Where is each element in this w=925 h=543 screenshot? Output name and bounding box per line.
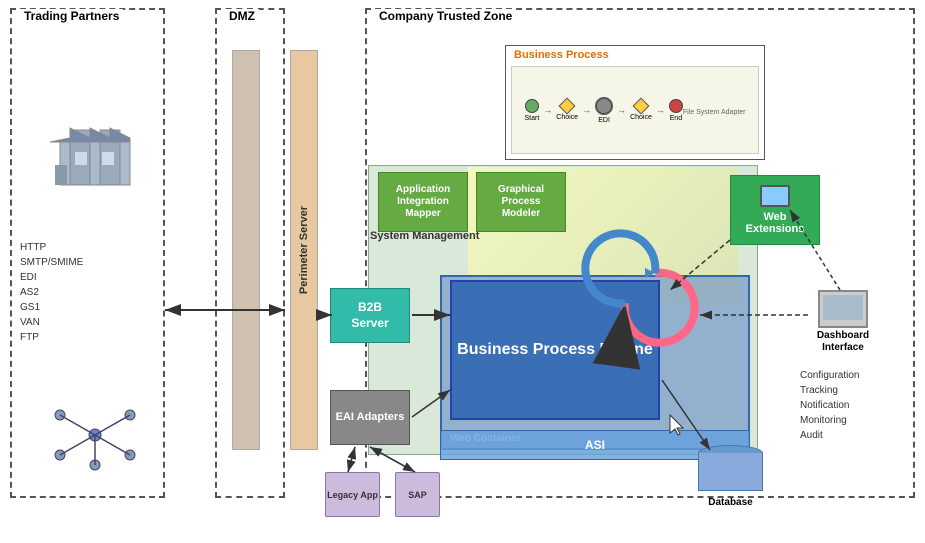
trading-partners-label: Trading Partners	[20, 9, 123, 23]
legacy-app-label: Legacy App	[327, 490, 378, 500]
bp-edi-label: EDI	[598, 117, 610, 124]
bp-label: Business Process	[514, 49, 609, 61]
eai-adapters-box: EAI Adapters	[330, 390, 410, 445]
ftp-label: FTP	[20, 330, 83, 345]
dashboard-label: Dashboard Interface	[808, 330, 878, 354]
bp-arrow-2: →	[582, 105, 591, 115]
asi-label: ASI	[585, 438, 605, 452]
perimeter-server-label: Perimeter Server	[298, 206, 310, 294]
b2b-server-label: B2BServer	[351, 300, 388, 331]
bp-choice-start-node: Choice	[556, 100, 578, 121]
sap-box: SAP	[395, 472, 440, 517]
monitor-icon	[760, 185, 790, 207]
dashboard-box: Dashboard Interface	[808, 290, 878, 354]
bp-start-node: Start	[524, 99, 539, 122]
bp-arrow-4: →	[656, 105, 665, 115]
aim-box: Application Integration Mapper	[378, 172, 468, 232]
legacy-app-box: Legacy App	[325, 472, 380, 517]
notification-label: Notification	[800, 398, 859, 413]
eai-adapters-label: EAI Adapters	[336, 410, 405, 424]
dashboard-monitor	[818, 290, 868, 328]
bp-choice-start-label: Choice	[556, 114, 578, 121]
config-label: Configuration	[800, 368, 859, 383]
database-label: Database	[698, 497, 763, 508]
web-extensions-box: Web Extensions	[730, 175, 820, 245]
config-labels: Configuration Tracking Notification Moni…	[800, 368, 859, 443]
dmz-label: DMZ	[225, 9, 259, 23]
db-body	[698, 453, 763, 491]
http-label: HTTP	[20, 240, 83, 255]
bpe-label: Business Process Engine	[457, 340, 653, 361]
bpe-box: Business Process Engine	[450, 280, 660, 420]
dmz-bar	[232, 50, 260, 450]
edi-label: EDI	[20, 270, 83, 285]
dashboard-screen	[823, 295, 863, 320]
bp-inner: Start → Choice → EDI → Choice → End	[511, 66, 759, 154]
trusted-label: Company Trusted Zone	[375, 9, 516, 23]
bp-choice-end-node: Choice	[630, 100, 652, 121]
aim-label: Application Integration Mapper	[383, 184, 463, 220]
gpm-box: Graphical Process Modeler	[476, 172, 566, 232]
bp-diamond-2	[632, 97, 649, 114]
database	[698, 445, 763, 495]
bp-arrow-3: →	[617, 105, 626, 115]
bp-end-label: End	[670, 115, 682, 122]
bp-diamond-1	[559, 97, 576, 114]
business-process-box: Business Process Start → Choice → EDI → …	[505, 45, 765, 160]
bp-start-circle	[525, 99, 539, 113]
fs-adapter-label: File System Adapter	[683, 109, 746, 116]
gpm-label: Graphical Process Modeler	[481, 184, 561, 220]
protocol-labels: HTTP SMTP/SMIME EDI AS2 GS1 VAN FTP	[20, 240, 83, 345]
audit-label: Audit	[800, 428, 859, 443]
bp-start-label: Start	[524, 115, 539, 122]
monitoring-label: Monitoring	[800, 413, 859, 428]
bp-choice-end-label: Choice	[630, 114, 652, 121]
bp-end-node: End	[669, 99, 683, 122]
gs1-label: GS1	[20, 300, 83, 315]
db-cylinder	[698, 445, 763, 495]
bp-gear	[595, 97, 613, 115]
b2b-server-box: B2BServer	[330, 288, 410, 343]
tracking-label: Tracking	[800, 383, 859, 398]
bp-flow: Start → Choice → EDI → Choice → End	[524, 97, 682, 124]
web-extensions-label: Web Extensions	[735, 211, 815, 235]
sap-label: SAP	[408, 490, 427, 500]
perimeter-server: Perimeter Server	[290, 50, 318, 450]
bp-arrow-1: →	[543, 105, 552, 115]
bp-end-circle	[669, 99, 683, 113]
van-label: VAN	[20, 315, 83, 330]
smtp-label: SMTP/SMIME	[20, 255, 83, 270]
bp-edi-node: EDI	[595, 97, 613, 124]
as2-label: AS2	[20, 285, 83, 300]
